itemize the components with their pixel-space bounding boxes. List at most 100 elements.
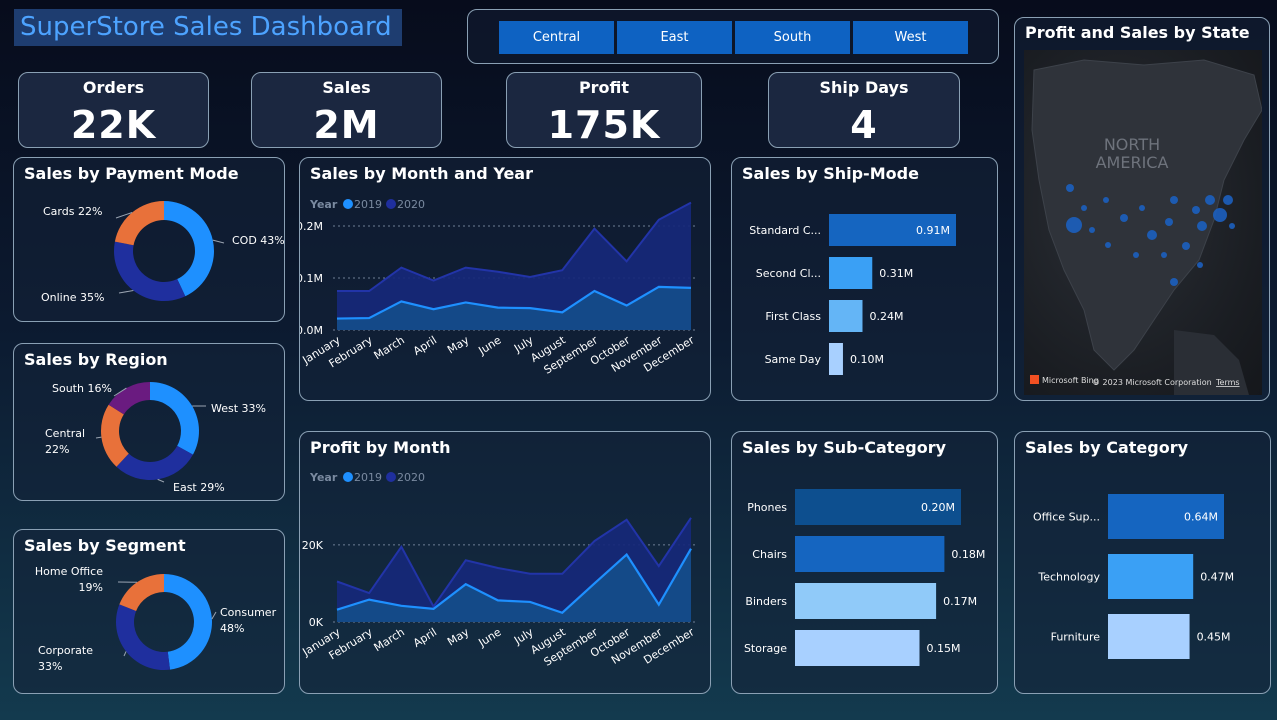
data-label: 0.20M bbox=[921, 501, 955, 514]
slice-label: COD 43% bbox=[232, 234, 284, 247]
ship-mode-chart: Standard C... 0.91M Second Cl... 0.31M First… bbox=[749, 214, 956, 375]
state-map[interactable]: NORTH AMERICA Microsoft Bing © 2023 Micr… bbox=[1024, 50, 1263, 395]
donut-slice[interactable] bbox=[100, 404, 129, 467]
map-bubble[interactable] bbox=[1089, 227, 1095, 233]
slice-label: Online 35% bbox=[41, 291, 104, 304]
bar[interactable] bbox=[1108, 614, 1190, 659]
kpi-value: 22K bbox=[70, 103, 157, 147]
donut-slice[interactable] bbox=[116, 604, 171, 670]
map-bubble[interactable] bbox=[1139, 205, 1145, 211]
slice-label: Central bbox=[45, 427, 85, 440]
donut-slice[interactable] bbox=[150, 382, 199, 455]
slice-label: 48% bbox=[220, 622, 244, 635]
kpi-label: Sales bbox=[322, 78, 371, 97]
category-label: Binders bbox=[745, 595, 787, 608]
map-bubble[interactable] bbox=[1066, 184, 1074, 192]
x-tick-label: April bbox=[411, 334, 439, 358]
map-bubble[interactable] bbox=[1197, 221, 1207, 231]
slicer-option-south[interactable]: South bbox=[735, 21, 850, 54]
map-panel: Profit and Sales by State NORTH AMERICA bbox=[1014, 17, 1270, 401]
legend-title: Year bbox=[309, 198, 338, 211]
slicer-option-east[interactable]: East bbox=[617, 21, 732, 54]
data-label: 0.18M bbox=[951, 548, 985, 561]
map-bubble[interactable] bbox=[1147, 230, 1157, 240]
legend-title: Year bbox=[309, 471, 338, 484]
map-bubble[interactable] bbox=[1103, 197, 1109, 203]
map-bubble[interactable] bbox=[1081, 205, 1087, 211]
data-label: 0.10M bbox=[850, 353, 884, 366]
donut-slice[interactable] bbox=[116, 445, 193, 480]
map-bubble[interactable] bbox=[1133, 252, 1139, 258]
map-bubble[interactable] bbox=[1165, 218, 1173, 226]
map-region-label: NORTH bbox=[1104, 135, 1160, 154]
category-label: Technology bbox=[1037, 571, 1100, 584]
legend-item[interactable]: 2019 bbox=[354, 471, 382, 484]
payment-mode-donut: COD 43% Online 35% Cards 22% bbox=[41, 201, 284, 304]
panel-title: Profit and Sales by State bbox=[1025, 23, 1250, 42]
x-tick-label: May bbox=[445, 333, 472, 356]
map-terms-link[interactable]: Terms bbox=[1215, 378, 1240, 387]
slice-label: Consumer bbox=[220, 606, 277, 619]
category-label: Furniture bbox=[1051, 631, 1101, 644]
map-bubble[interactable] bbox=[1205, 195, 1215, 205]
data-label: 0.47M bbox=[1200, 571, 1234, 584]
map-bubble[interactable] bbox=[1170, 196, 1178, 204]
slicer-option-central[interactable]: Central bbox=[499, 21, 614, 54]
x-tick-label: May bbox=[445, 625, 472, 648]
map-bubble[interactable] bbox=[1192, 206, 1200, 214]
map-bubble[interactable] bbox=[1105, 242, 1111, 248]
map-bubble[interactable] bbox=[1161, 252, 1167, 258]
data-label: 0.24M bbox=[869, 310, 903, 323]
map-bubble[interactable] bbox=[1170, 278, 1178, 286]
map-bubble[interactable] bbox=[1066, 217, 1082, 233]
legend-swatch bbox=[386, 199, 396, 209]
legend-swatch bbox=[343, 472, 353, 482]
donut-slice[interactable] bbox=[164, 574, 213, 670]
region-donut: West 33% East 29% Central 22% South 16% bbox=[45, 382, 266, 494]
map-bubble[interactable] bbox=[1197, 262, 1203, 268]
category-label: Phones bbox=[747, 501, 787, 514]
category-label: First Class bbox=[765, 310, 821, 323]
leader-line bbox=[95, 436, 102, 439]
bing-logo-icon bbox=[1030, 375, 1039, 384]
slice-label: Home Office bbox=[35, 565, 103, 578]
bar[interactable] bbox=[1108, 554, 1194, 599]
map-bubble[interactable] bbox=[1120, 214, 1128, 222]
bar[interactable] bbox=[795, 536, 945, 572]
map-region-label: AMERICA bbox=[1096, 153, 1169, 172]
map-brand: Microsoft Bing bbox=[1042, 376, 1099, 385]
slice-label: South 16% bbox=[52, 382, 112, 395]
y-tick-label: 0K bbox=[309, 616, 324, 629]
map-bubble[interactable] bbox=[1182, 242, 1190, 250]
bar[interactable] bbox=[829, 343, 843, 375]
legend-item[interactable]: 2019 bbox=[354, 198, 382, 211]
donut-slice[interactable] bbox=[114, 201, 164, 246]
map-bubble[interactable] bbox=[1213, 208, 1227, 222]
profit-month-chart: Year 2019 20200K20KJanuaryFebruaryMarch Apr… bbox=[300, 471, 697, 669]
bar[interactable] bbox=[795, 630, 920, 666]
bar[interactable] bbox=[829, 300, 863, 332]
x-tick-label: June bbox=[475, 333, 503, 357]
data-label: 0.45M bbox=[1197, 631, 1231, 644]
sub-category-chart: Phones 0.20M Chairs 0.18M Binders 0.17M Storag… bbox=[744, 489, 985, 666]
x-tick-label: March bbox=[372, 626, 407, 655]
map-bubble[interactable] bbox=[1223, 195, 1233, 205]
bar[interactable] bbox=[795, 583, 937, 619]
slice-label: 19% bbox=[79, 581, 103, 594]
legend-item[interactable]: 2020 bbox=[397, 471, 425, 484]
bar[interactable] bbox=[829, 257, 873, 289]
category-label: Chairs bbox=[752, 548, 787, 561]
slice-label: 33% bbox=[38, 660, 62, 673]
category-label: Standard C... bbox=[749, 224, 821, 237]
legend-item[interactable]: 2020 bbox=[397, 198, 425, 211]
category-chart: Office Sup... 0.64M Technology 0.47M Furnitu… bbox=[1033, 494, 1234, 659]
donut-slice[interactable] bbox=[119, 574, 164, 611]
category-label: Second Cl... bbox=[756, 267, 821, 280]
map-copyright: © 2023 Microsoft Corporation bbox=[1092, 378, 1212, 387]
region-slicer: Central East South West bbox=[467, 9, 999, 64]
kpi-label: Profit bbox=[578, 78, 630, 97]
slice-label: Cards 22% bbox=[43, 205, 102, 218]
kpi-card-profit: Profit 175K bbox=[506, 72, 702, 148]
slicer-option-west[interactable]: West bbox=[853, 21, 968, 54]
map-bubble[interactable] bbox=[1229, 223, 1235, 229]
